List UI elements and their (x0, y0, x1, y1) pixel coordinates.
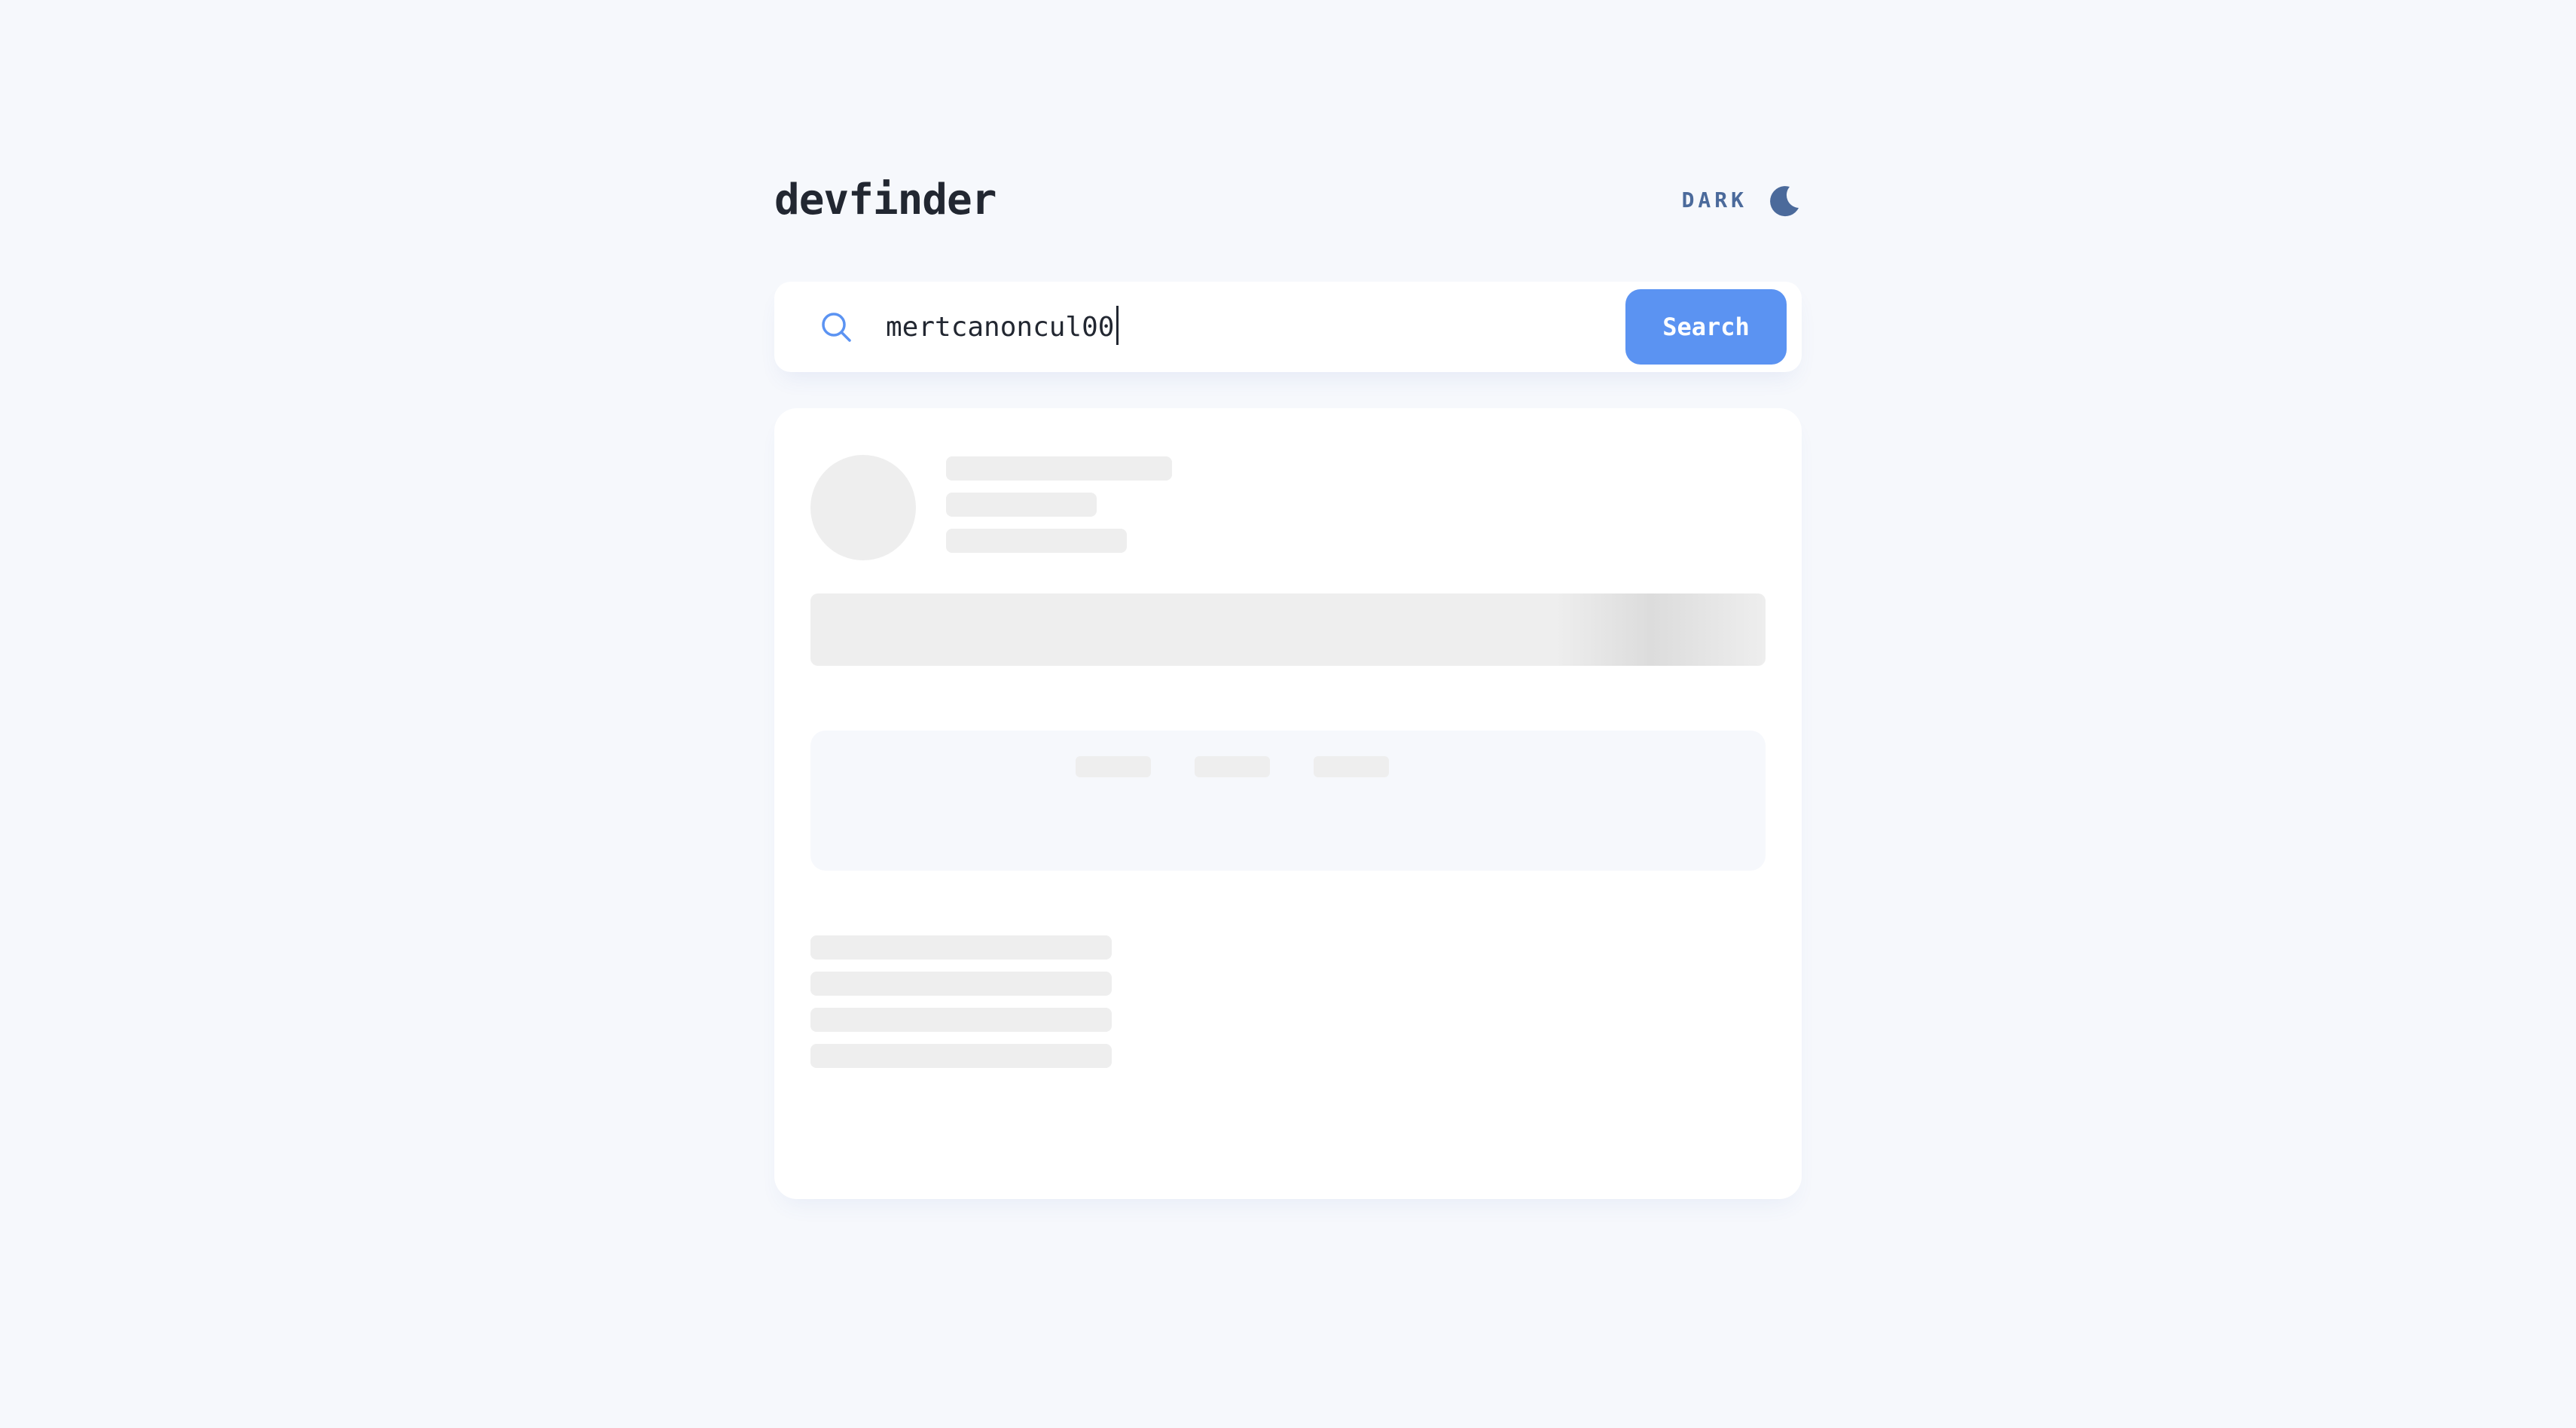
search-button[interactable]: Search (1625, 289, 1787, 365)
app-root: devfinder DARK Search (0, 0, 2576, 1428)
company-placeholder (810, 1044, 1112, 1068)
app-title: devfinder (774, 175, 997, 224)
website-placeholder (810, 972, 1112, 996)
joined-date-placeholder (946, 529, 1127, 553)
avatar-placeholder (810, 455, 916, 560)
location-placeholder (810, 935, 1112, 960)
followers-stat-placeholder (1195, 756, 1270, 777)
moon-icon (1770, 186, 1799, 217)
username-placeholder (946, 493, 1097, 517)
stats-panel-placeholder (810, 731, 1766, 871)
text-cursor (1116, 306, 1119, 345)
theme-toggle[interactable]: DARK (1682, 182, 1802, 217)
twitter-placeholder (810, 1008, 1112, 1032)
name-placeholder (946, 456, 1172, 481)
repos-stat-placeholder (1076, 756, 1151, 777)
search-bar: Search (774, 282, 1802, 372)
search-input[interactable] (886, 301, 1609, 352)
bio-placeholder (810, 593, 1766, 666)
profile-card-skeleton (774, 408, 1802, 1199)
app-header: devfinder DARK (774, 166, 1802, 233)
theme-toggle-label: DARK (1681, 187, 1747, 212)
search-icon (822, 313, 851, 342)
following-stat-placeholder (1314, 756, 1389, 777)
